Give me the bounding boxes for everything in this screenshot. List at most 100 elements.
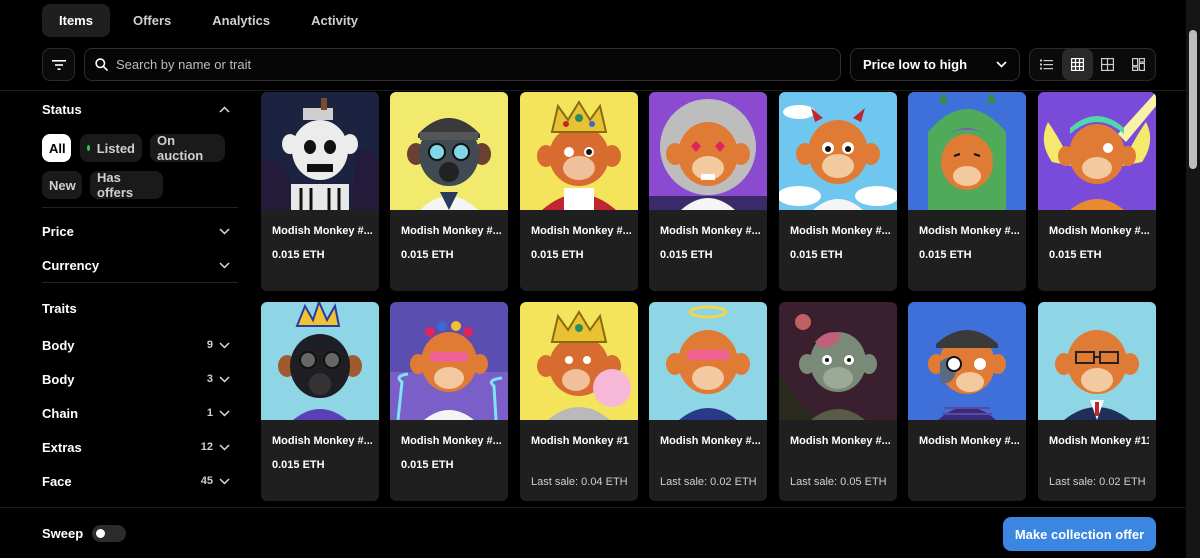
nft-card[interactable]: Modish Monkey #1 Last sale: 0.04 ETH	[520, 302, 638, 501]
nft-image	[779, 302, 897, 420]
status-section-header[interactable]: Status	[42, 99, 230, 119]
trait-row-body[interactable]: Body 3	[42, 369, 230, 389]
toolbar-divider	[0, 90, 1186, 91]
listed-dot-icon	[87, 145, 90, 151]
nft-price: 0.015 ETH	[401, 459, 454, 471]
trait-row-chain[interactable]: Chain 1	[42, 403, 230, 423]
status-chip-label: On auction	[157, 133, 204, 163]
chevron-down-icon	[219, 227, 230, 235]
status-chip-label: All	[49, 140, 66, 156]
status-chip-new[interactable]: New	[42, 171, 82, 199]
search-input[interactable]	[116, 57, 816, 72]
grid-view-button[interactable]	[1061, 49, 1093, 80]
currency-section-header[interactable]: Currency	[42, 255, 230, 275]
currency-title: Currency	[42, 257, 100, 273]
nft-price: 0.015 ETH	[1049, 249, 1102, 261]
status-title: Status	[42, 101, 82, 117]
search-bar	[84, 48, 841, 81]
grid-view-icon	[1070, 58, 1084, 71]
nft-card[interactable]: Modish Monkey #... Last sale: 0.05 ETH	[779, 302, 897, 501]
footer-bar: Sweep Make collection offer	[0, 507, 1186, 558]
trait-label: Extras	[42, 439, 82, 455]
filter-toggle-button[interactable]	[42, 48, 75, 81]
nft-name: Modish Monkey #...	[1049, 225, 1149, 237]
trait-count: 45	[200, 475, 213, 487]
nft-card[interactable]: Modish Monkey #...	[908, 302, 1026, 501]
nft-card[interactable]: Modish Monkey #... 0.015 ETH	[261, 92, 379, 291]
nft-name: Modish Monkey #11	[1049, 435, 1149, 447]
chevron-down-icon	[219, 261, 230, 269]
list-view-button[interactable]	[1031, 49, 1062, 80]
price-title: Price	[42, 223, 74, 239]
tab-offers[interactable]: Offers	[116, 4, 188, 37]
nft-card[interactable]: Modish Monkey #... 0.015 ETH	[261, 302, 379, 501]
status-chip-all[interactable]: All	[42, 134, 71, 162]
sweep-toggle[interactable]	[92, 525, 126, 542]
nft-image	[520, 92, 638, 210]
view-mode-toggle	[1029, 48, 1156, 81]
status-chip-has-offers[interactable]: Has offers	[90, 170, 163, 200]
nft-image	[779, 92, 897, 210]
nft-image	[908, 92, 1026, 210]
nft-last-sale: Last sale: 0.02 ETH	[660, 476, 757, 488]
traits-title: Traits	[42, 298, 230, 318]
nft-card[interactable]: Modish Monkey #... 0.015 ETH	[908, 92, 1026, 291]
chevron-down-icon	[219, 409, 230, 417]
nft-price: 0.015 ETH	[790, 249, 843, 261]
filter-icon	[51, 59, 66, 70]
trait-row-face[interactable]: Face 45	[42, 471, 230, 491]
trait-count: 1	[206, 407, 213, 419]
nft-image	[520, 302, 638, 420]
trait-label: Body	[42, 337, 75, 353]
trait-count: 3	[206, 373, 213, 385]
search-icon	[95, 58, 108, 71]
traits-title-text: Traits	[42, 300, 77, 316]
status-chip-label: Has offers	[97, 170, 134, 200]
nft-image	[390, 92, 508, 210]
sidebar-divider	[42, 282, 238, 283]
nft-name: Modish Monkey #...	[272, 435, 372, 447]
masonry-view-button[interactable]	[1123, 49, 1154, 80]
nft-name: Modish Monkey #...	[790, 225, 890, 237]
make-collection-offer-button[interactable]: Make collection offer	[1003, 517, 1156, 551]
chevron-down-icon	[219, 443, 230, 451]
nft-price: 0.015 ETH	[401, 249, 454, 261]
scrollbar[interactable]	[1186, 0, 1200, 558]
nft-name: Modish Monkey #1	[531, 435, 629, 447]
nft-price: 0.015 ETH	[919, 249, 972, 261]
large-grid-view-icon	[1101, 58, 1115, 71]
nft-card[interactable]: Modish Monkey #... 0.015 ETH	[390, 92, 508, 291]
status-chip-on-auction[interactable]: On auction	[150, 133, 225, 163]
list-view-icon	[1039, 59, 1053, 70]
sidebar-divider	[42, 207, 238, 208]
nft-card[interactable]: Modish Monkey #... 0.015 ETH	[520, 92, 638, 291]
tab-activity[interactable]: Activity	[294, 4, 375, 37]
scrollbar-thumb[interactable]	[1189, 30, 1197, 169]
price-section-header[interactable]: Price	[42, 221, 230, 241]
chevron-down-icon	[219, 477, 230, 485]
nft-price: 0.015 ETH	[660, 249, 713, 261]
tab-bar: Items Offers Analytics Activity	[42, 4, 379, 37]
trait-row-extras[interactable]: Extras 12	[42, 437, 230, 457]
chevron-down-icon	[219, 375, 230, 383]
nft-card[interactable]: Modish Monkey #... 0.015 ETH	[779, 92, 897, 291]
masonry-view-icon	[1132, 58, 1146, 71]
tab-items[interactable]: Items	[42, 4, 110, 37]
trait-row-body[interactable]: Body 9	[42, 335, 230, 355]
trait-label: Chain	[42, 405, 79, 421]
sort-dropdown[interactable]: Price low to high	[850, 48, 1020, 81]
tab-analytics[interactable]: Analytics	[195, 4, 287, 37]
nft-card[interactable]: Modish Monkey #11 Last sale: 0.02 ETH	[1038, 302, 1156, 501]
nft-card[interactable]: Modish Monkey #... Last sale: 0.02 ETH	[649, 302, 767, 501]
status-chip-listed[interactable]: Listed	[80, 134, 142, 162]
nft-name: Modish Monkey #...	[660, 225, 760, 237]
nft-price: 0.015 ETH	[531, 249, 584, 261]
trait-count: 12	[200, 441, 213, 453]
nft-name: Modish Monkey #...	[401, 435, 501, 447]
nft-image	[261, 302, 379, 420]
nft-card[interactable]: Modish Monkey #... 0.015 ETH	[649, 92, 767, 291]
nft-card[interactable]: Modish Monkey #... 0.015 ETH	[1038, 92, 1156, 291]
nft-card[interactable]: Modish Monkey #... 0.015 ETH	[390, 302, 508, 501]
large-grid-view-button[interactable]	[1093, 49, 1124, 80]
chevron-up-icon	[219, 105, 230, 113]
